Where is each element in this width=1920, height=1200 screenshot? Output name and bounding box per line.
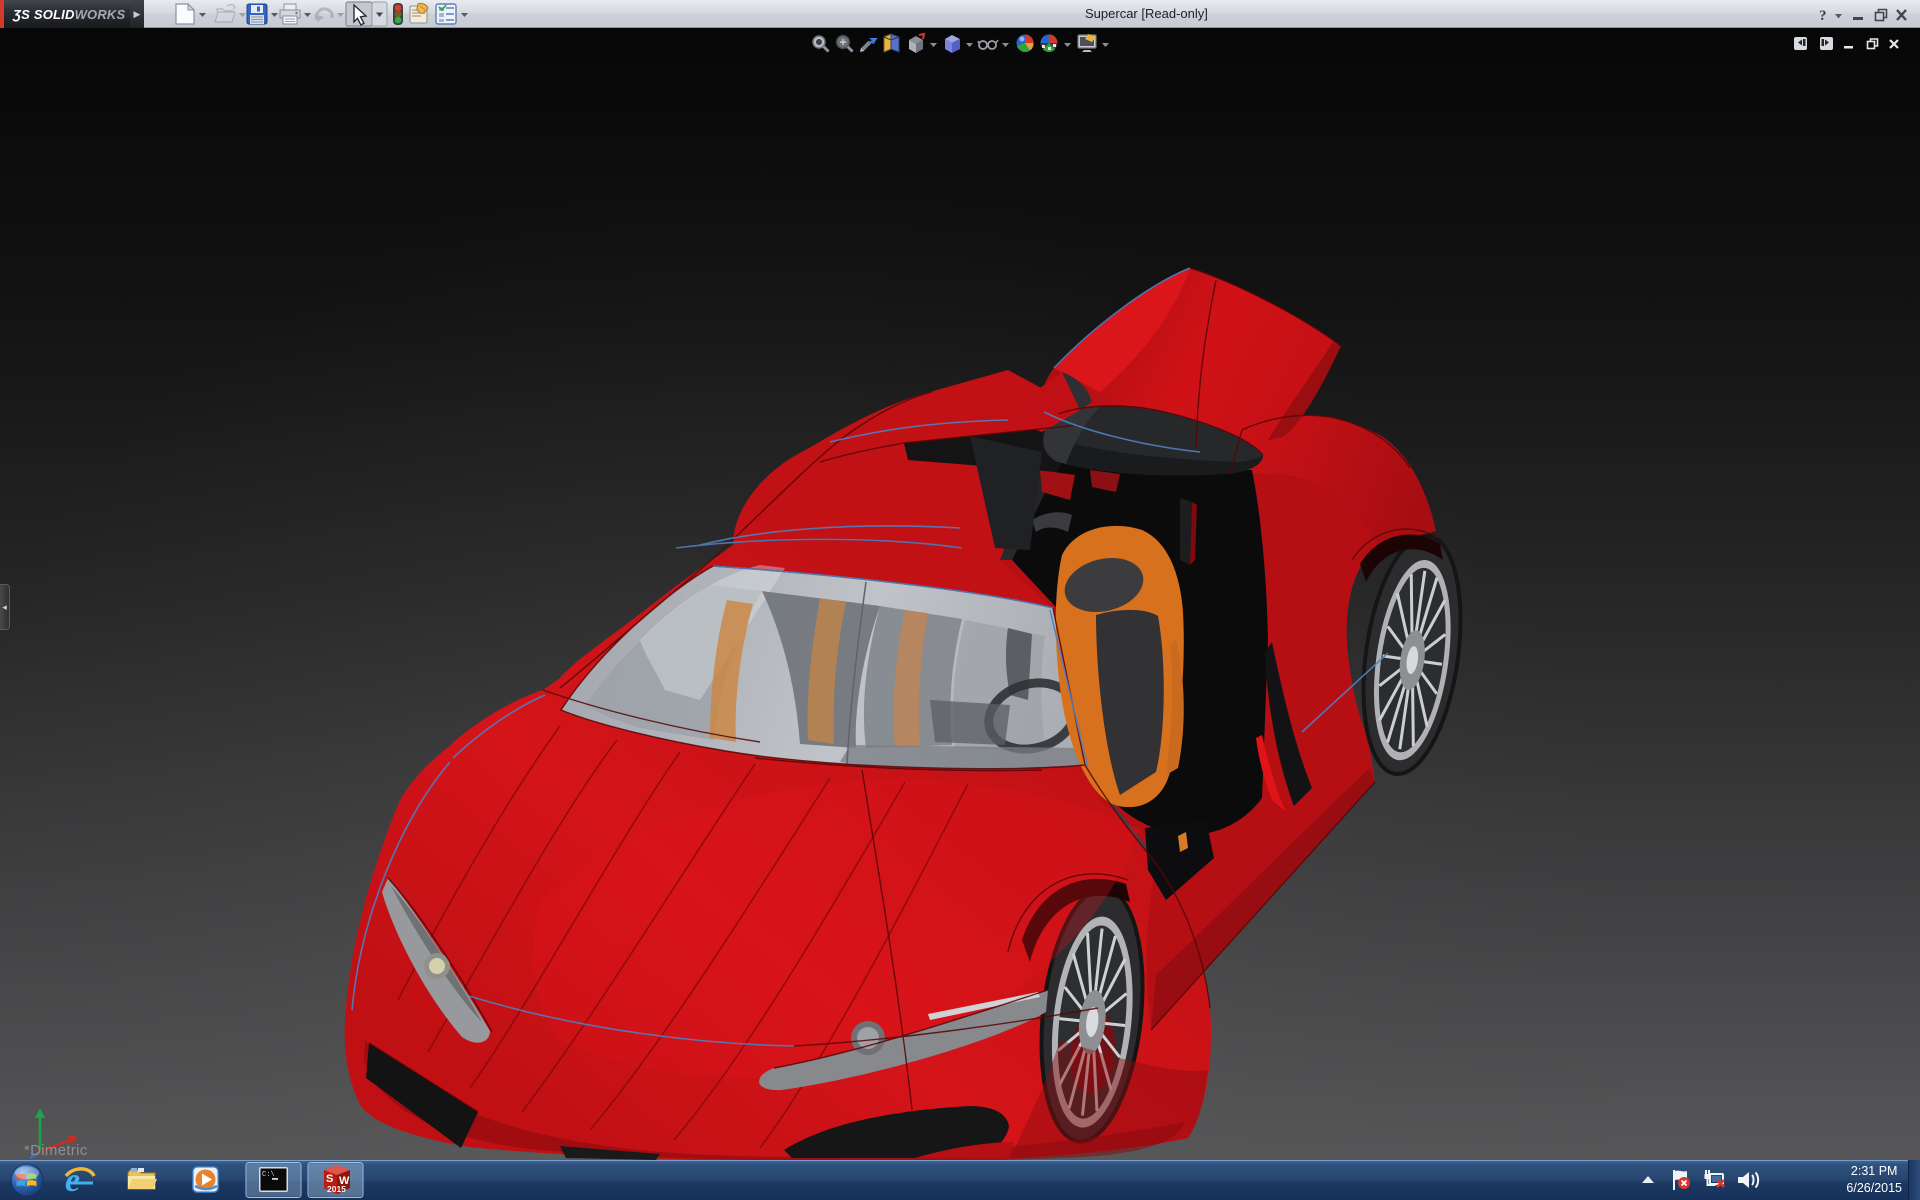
svg-text:?: ? — [1819, 8, 1827, 24]
svg-text:C:\: C:\ — [262, 1171, 275, 1179]
svg-text:2015: 2015 — [327, 1184, 346, 1194]
